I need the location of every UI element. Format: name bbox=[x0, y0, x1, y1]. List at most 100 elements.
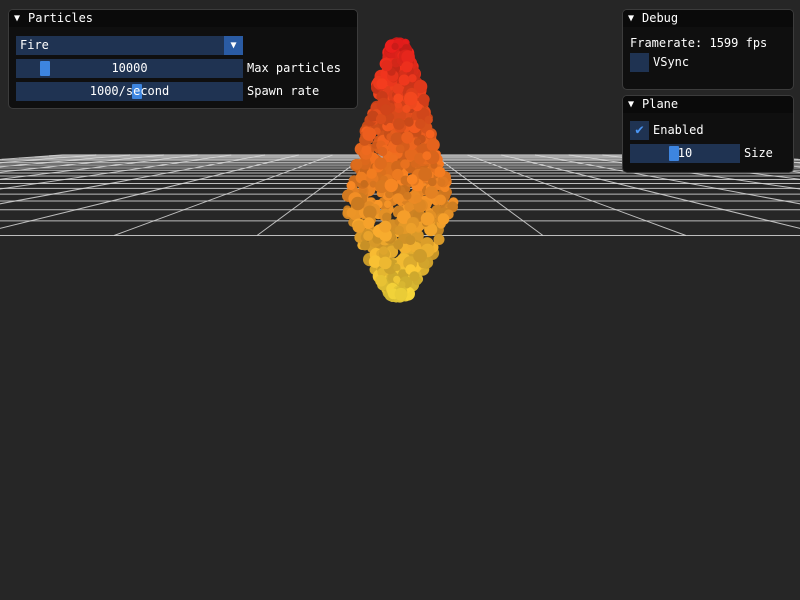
fire-particle bbox=[393, 239, 404, 250]
fire-particle bbox=[379, 246, 388, 255]
fire-particle bbox=[393, 275, 401, 283]
fire-particle bbox=[398, 281, 406, 289]
fire-particle bbox=[424, 115, 433, 125]
fire-particle bbox=[422, 151, 432, 161]
fire-particle bbox=[413, 194, 422, 203]
fire-particle bbox=[406, 174, 418, 185]
fire-particle bbox=[393, 93, 404, 104]
fire-particle bbox=[426, 138, 440, 152]
fire-particle bbox=[413, 249, 427, 263]
fire-particle bbox=[400, 159, 410, 169]
effect-combo-value: Fire bbox=[20, 38, 49, 52]
max-particles-label: Max particles bbox=[247, 61, 341, 75]
debug-window-titlebar[interactable]: ▼ Debug bbox=[623, 10, 793, 27]
enabled-checkbox[interactable]: ✔ bbox=[630, 121, 649, 140]
fire-particle bbox=[351, 196, 365, 211]
fire-particle bbox=[420, 212, 435, 226]
fire-particle bbox=[434, 166, 446, 178]
fire-particle bbox=[404, 117, 414, 127]
fire-particle bbox=[360, 180, 368, 188]
fire-particle bbox=[394, 287, 408, 301]
fire-particle bbox=[415, 118, 426, 129]
chevron-down-icon[interactable]: ▼ bbox=[224, 36, 243, 55]
fire-particle bbox=[391, 42, 399, 51]
grid-line bbox=[0, 154, 266, 205]
fire-particle bbox=[403, 191, 412, 200]
fire-particle bbox=[404, 202, 414, 212]
enabled-label: Enabled bbox=[653, 123, 704, 137]
fire-particle bbox=[435, 194, 446, 206]
grid-line bbox=[0, 154, 164, 173]
fire-particle bbox=[401, 61, 413, 73]
fire-particle-emitter bbox=[342, 37, 459, 303]
plane-size-value: 10 bbox=[677, 146, 693, 160]
max-particles-value: 10000 bbox=[111, 61, 148, 75]
collapse-triangle-icon[interactable]: ▼ bbox=[14, 10, 28, 27]
effect-combo[interactable]: Fire ▼ bbox=[16, 36, 243, 55]
fire-particle bbox=[433, 234, 445, 245]
fire-particle bbox=[346, 181, 356, 190]
fire-particle bbox=[398, 74, 410, 86]
vsync-checkbox[interactable] bbox=[630, 53, 649, 72]
spawn-rate-value: 1000/second bbox=[89, 84, 170, 98]
fire-particle bbox=[393, 263, 401, 271]
fire-particle bbox=[366, 168, 377, 179]
fire-particle bbox=[379, 220, 392, 233]
fire-particle bbox=[437, 178, 446, 187]
fire-particle bbox=[405, 235, 416, 246]
particles-window-title: Particles bbox=[28, 11, 94, 25]
fire-particle bbox=[425, 129, 435, 139]
fire-particle bbox=[363, 230, 374, 241]
fire-particle bbox=[384, 178, 398, 193]
fire-particle bbox=[376, 78, 388, 90]
fire-particle bbox=[404, 91, 418, 106]
framerate-text: Framerate: 1599 fps bbox=[630, 36, 768, 50]
spawn-rate-label: Spawn rate bbox=[247, 84, 320, 98]
fire-particle bbox=[374, 157, 387, 170]
fire-particle bbox=[402, 104, 411, 113]
fire-particle bbox=[392, 193, 404, 205]
particles-window[interactable]: ▼ Particles Fire ▼ 10000 Max particles 1… bbox=[8, 9, 358, 109]
fire-particle bbox=[363, 217, 375, 229]
fire-particle bbox=[351, 158, 363, 170]
fire-particle bbox=[386, 122, 394, 131]
plane-window[interactable]: ▼ Plane ✔ Enabled 10 Size bbox=[622, 95, 794, 173]
fire-particle bbox=[428, 177, 437, 187]
fire-particle bbox=[375, 275, 387, 287]
fire-particle bbox=[408, 74, 417, 83]
vsync-label: VSync bbox=[653, 55, 690, 69]
plane-window-titlebar[interactable]: ▼ Plane bbox=[623, 96, 793, 113]
collapse-triangle-icon[interactable]: ▼ bbox=[628, 10, 642, 27]
fire-particle bbox=[380, 104, 392, 116]
fire-particle bbox=[383, 200, 392, 208]
fire-particle bbox=[381, 60, 393, 72]
fire-particle bbox=[394, 225, 404, 235]
particles-window-titlebar[interactable]: ▼ Particles bbox=[9, 10, 357, 27]
fire-particle bbox=[363, 205, 377, 219]
fire-particle bbox=[413, 138, 422, 146]
debug-window-title: Debug bbox=[642, 11, 679, 25]
fire-particle bbox=[401, 131, 414, 144]
fire-particle bbox=[437, 213, 450, 225]
plane-size-slider[interactable]: 10 bbox=[630, 144, 740, 163]
plane-size-label: Size bbox=[744, 146, 773, 160]
fire-particle bbox=[377, 146, 388, 157]
fire-particle bbox=[418, 93, 430, 106]
fire-particle bbox=[393, 118, 405, 130]
fire-particle bbox=[409, 271, 420, 282]
fire-particle bbox=[375, 113, 387, 125]
grid-line bbox=[0, 154, 198, 180]
max-particles-slider-grab[interactable] bbox=[40, 61, 50, 76]
fire-particle bbox=[362, 127, 377, 141]
grid-line bbox=[0, 154, 232, 190]
fire-particle bbox=[425, 186, 438, 199]
fire-particle bbox=[395, 144, 405, 154]
debug-window[interactable]: ▼ Debug Framerate: 1599 fps VSync bbox=[622, 9, 794, 90]
max-particles-slider[interactable]: 10000 bbox=[16, 59, 243, 78]
collapse-triangle-icon[interactable]: ▼ bbox=[628, 96, 642, 113]
fire-particle bbox=[379, 256, 392, 270]
spawn-rate-slider[interactable]: 1000/second bbox=[16, 82, 243, 101]
fire-particle bbox=[360, 240, 370, 251]
fire-particle bbox=[405, 222, 417, 234]
plane-window-title: Plane bbox=[642, 97, 679, 111]
